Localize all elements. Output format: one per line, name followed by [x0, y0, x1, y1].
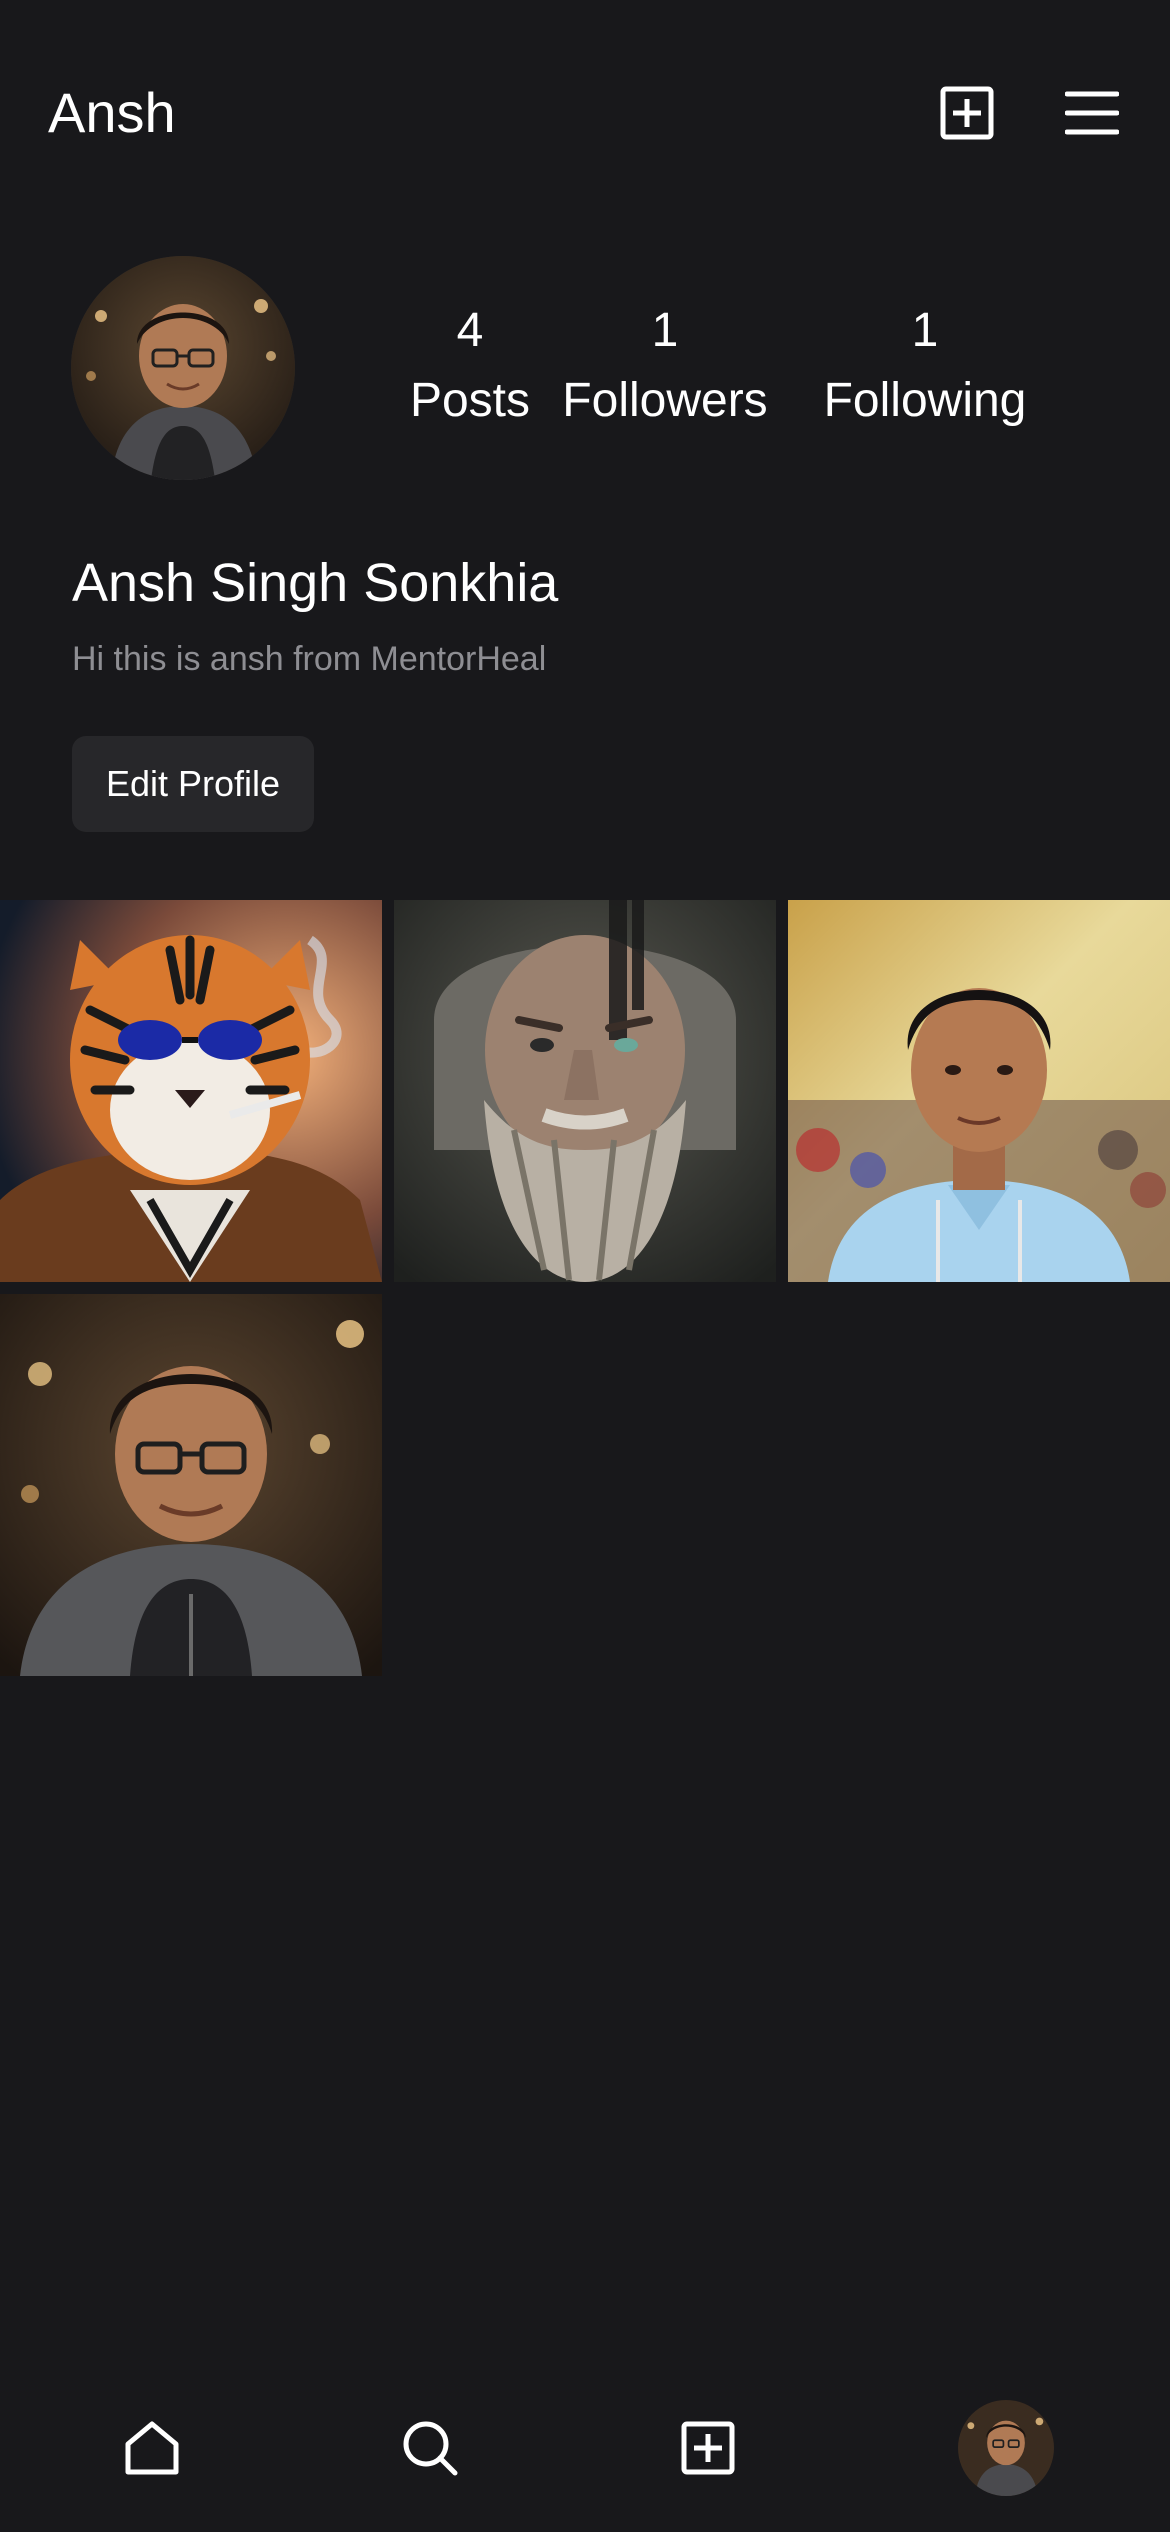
plus-square-icon [940, 86, 994, 140]
profile-photo-small [958, 2400, 1054, 2496]
nav-home[interactable] [102, 2398, 202, 2498]
followers-stat[interactable]: 1 Followers [555, 296, 775, 436]
create-post-button[interactable] [930, 76, 1004, 150]
edit-profile-button[interactable]: Edit Profile [72, 736, 314, 832]
plus-square-icon [681, 2421, 735, 2475]
profile-screen: Ansh 4 Posts 1 Followers 1 Following Ans… [0, 0, 1170, 2532]
home-icon [125, 2421, 179, 2475]
post-tile-blue-shirt[interactable] [788, 900, 1170, 1282]
username-title: Ansh [48, 81, 176, 144]
followers-count: 1 [651, 304, 679, 357]
tiger-with-sunglasses [0, 900, 382, 1282]
following-count: 1 [911, 304, 939, 357]
bottom-nav [0, 2380, 1170, 2532]
post-tile-portrait[interactable] [0, 1294, 382, 1676]
following-label: Following [823, 374, 1027, 427]
nav-profile[interactable] [956, 2398, 1056, 2498]
man-with-glasses-portrait [0, 1294, 382, 1676]
post-tile-warrior[interactable] [394, 900, 776, 1282]
profile-avatar [958, 2400, 1054, 2496]
search-icon [403, 2421, 458, 2476]
posts-count: 4 [456, 304, 484, 357]
bearded-old-warrior [394, 900, 776, 1282]
post-tile-tiger[interactable] [0, 900, 382, 1282]
hamburger-menu-icon [1065, 91, 1119, 135]
nav-search[interactable] [380, 2398, 480, 2498]
profile-photo [71, 256, 295, 480]
followers-label: Followers [562, 374, 768, 427]
profile-stats: 4 Posts 1 Followers 1 Following [370, 296, 1070, 436]
following-stat[interactable]: 1 Following [810, 296, 1040, 436]
menu-button[interactable] [1052, 76, 1132, 150]
posts-label: Posts [409, 374, 531, 427]
bio-text: Hi this is ansh from MentorHeal [72, 640, 547, 678]
profile-avatar[interactable] [71, 256, 295, 480]
man-in-light-blue-shirt [788, 900, 1170, 1282]
nav-create[interactable] [658, 2398, 758, 2498]
posts-stat[interactable]: 4 Posts [390, 296, 550, 436]
full-name: Ansh Singh Sonkhia [72, 553, 559, 613]
top-bar: Ansh [0, 0, 1170, 220]
